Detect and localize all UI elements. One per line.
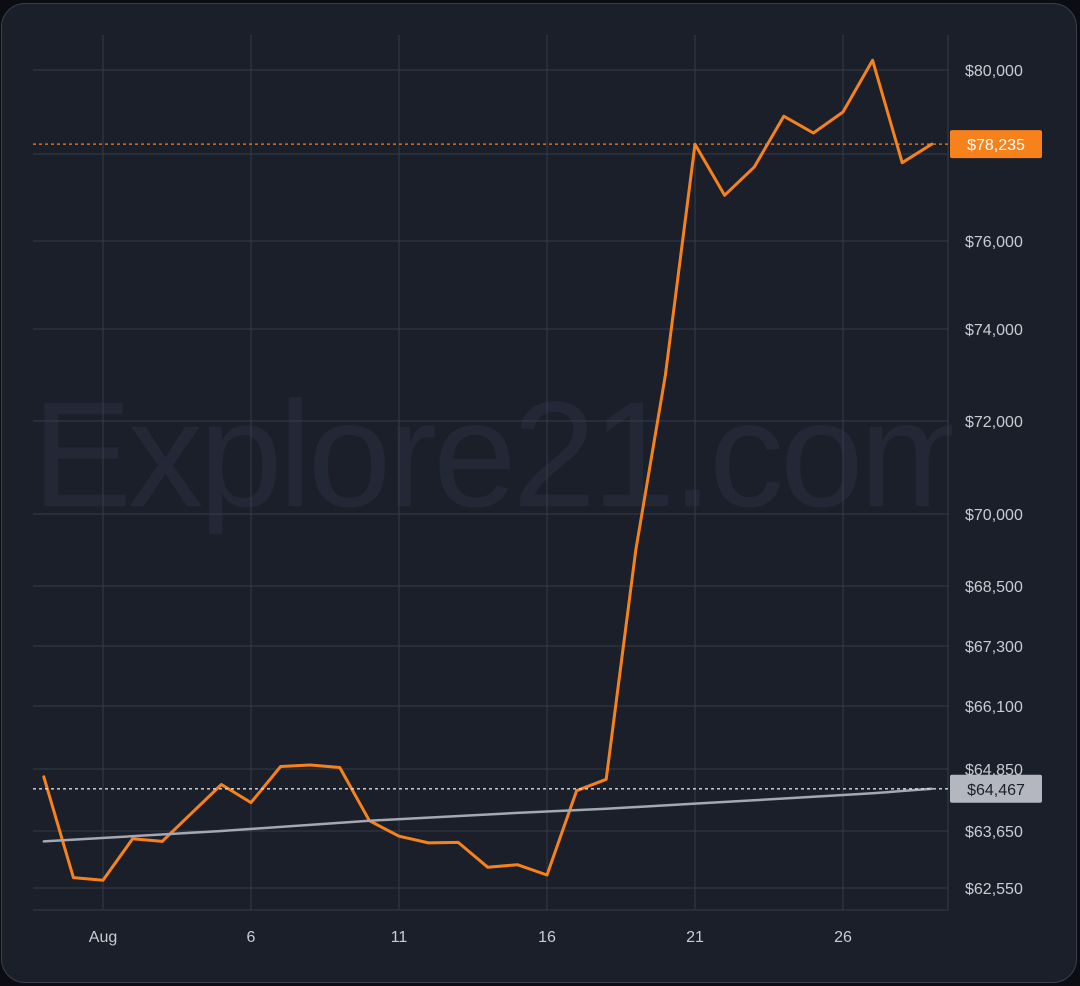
y-tick-label: $76,000 [965,234,1023,251]
price-line [42,58,934,882]
y-tick-label: $67,300 [965,639,1023,656]
x-tick-label: 21 [686,929,704,946]
x-tick-label: 11 [391,929,408,946]
y-tick-label: $80,000 [965,63,1023,80]
average-line [42,787,934,843]
x-tick-label: Aug [89,929,117,946]
price-chart[interactable]: $80,000 $76,000 $74,000 $72,000 $70,000 $68,5… [2,4,1077,983]
grid [33,35,949,911]
y-tick-label: $74,000 [965,322,1023,339]
markers: $78,235 $64,467 [33,130,1042,803]
y-tick-label: $68,500 [965,579,1023,596]
y-tick-label: $63,650 [965,824,1023,841]
x-tick-label: 26 [834,929,852,946]
y-tick-label: $62,550 [965,881,1023,898]
y-axis-labels: $80,000 $76,000 $74,000 $72,000 $70,000 $68,5… [965,63,1023,898]
price-marker-badge-label: $78,235 [967,137,1025,154]
y-tick-label: $70,000 [965,507,1023,524]
x-axis-labels: Aug 6 11 16 21 26 [89,929,852,946]
x-tick-label: 6 [247,929,256,946]
y-tick-label: $72,000 [965,414,1023,431]
chart-panel: Explore21.com $80,000 $76,000 $74,000 $72,0… [1,3,1077,983]
series [42,58,934,882]
x-tick-label: 16 [538,929,556,946]
average-marker-badge-label: $64,467 [967,782,1025,799]
y-tick-label: $66,100 [965,699,1023,716]
